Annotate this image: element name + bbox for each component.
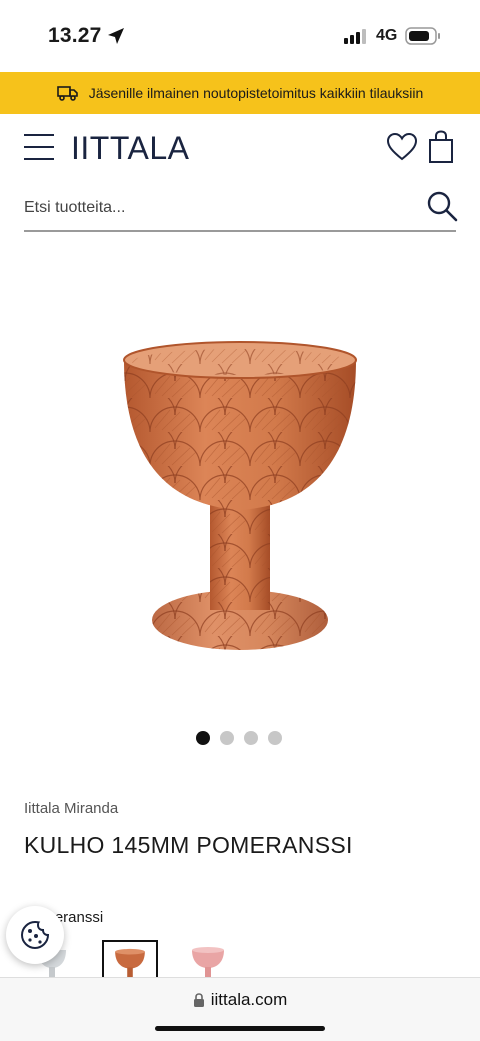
promo-banner[interactable]: Jäsenille ilmainen noutopistetoimitus ka… (0, 72, 480, 114)
carousel-dot-1[interactable] (196, 731, 210, 745)
product-brand[interactable]: Iittala Miranda (24, 800, 118, 817)
status-bar: 13.27 4G (0, 0, 480, 72)
location-arrow-icon (108, 28, 124, 44)
search-icon[interactable] (426, 190, 458, 222)
search-input[interactable] (24, 192, 414, 224)
cookie-icon (20, 920, 50, 950)
network-type: 4G (376, 27, 398, 44)
iittala-logo[interactable]: IITTALA (71, 130, 189, 167)
home-indicator[interactable] (155, 1026, 325, 1031)
carousel-dots (196, 731, 282, 745)
menu-icon-line (24, 158, 54, 160)
promo-text: Jäsenille ilmainen noutopistetoimitus ka… (88, 85, 424, 101)
battery-icon (405, 27, 440, 45)
menu-icon-line (24, 146, 54, 148)
swatch-pink[interactable] (180, 940, 236, 980)
heart-icon[interactable] (386, 132, 418, 162)
search-bar (24, 188, 458, 232)
product-image[interactable] (100, 330, 380, 660)
url-display[interactable]: iittala.com (0, 990, 480, 1010)
browser-url-bar: iittala.com (0, 977, 480, 1041)
bag-icon[interactable] (428, 130, 454, 164)
status-time: 13.27 (48, 24, 102, 47)
product-title: KULHO 145MM POMERANSSI (24, 832, 353, 858)
carousel-dot-2[interactable] (220, 731, 234, 745)
menu-button[interactable] (24, 134, 56, 162)
carousel-dot-4[interactable] (268, 731, 282, 745)
cookie-settings-button[interactable] (6, 906, 64, 964)
swatch-pomeranssi[interactable] (102, 940, 158, 980)
menu-icon (24, 134, 54, 136)
url-text: iittala.com (210, 990, 288, 1009)
truck-icon (56, 86, 78, 101)
carousel-dot-3[interactable] (244, 731, 258, 745)
site-header: IITTALA (0, 114, 480, 184)
lock-icon (193, 993, 204, 1007)
cellular-signal-icon (344, 29, 366, 44)
